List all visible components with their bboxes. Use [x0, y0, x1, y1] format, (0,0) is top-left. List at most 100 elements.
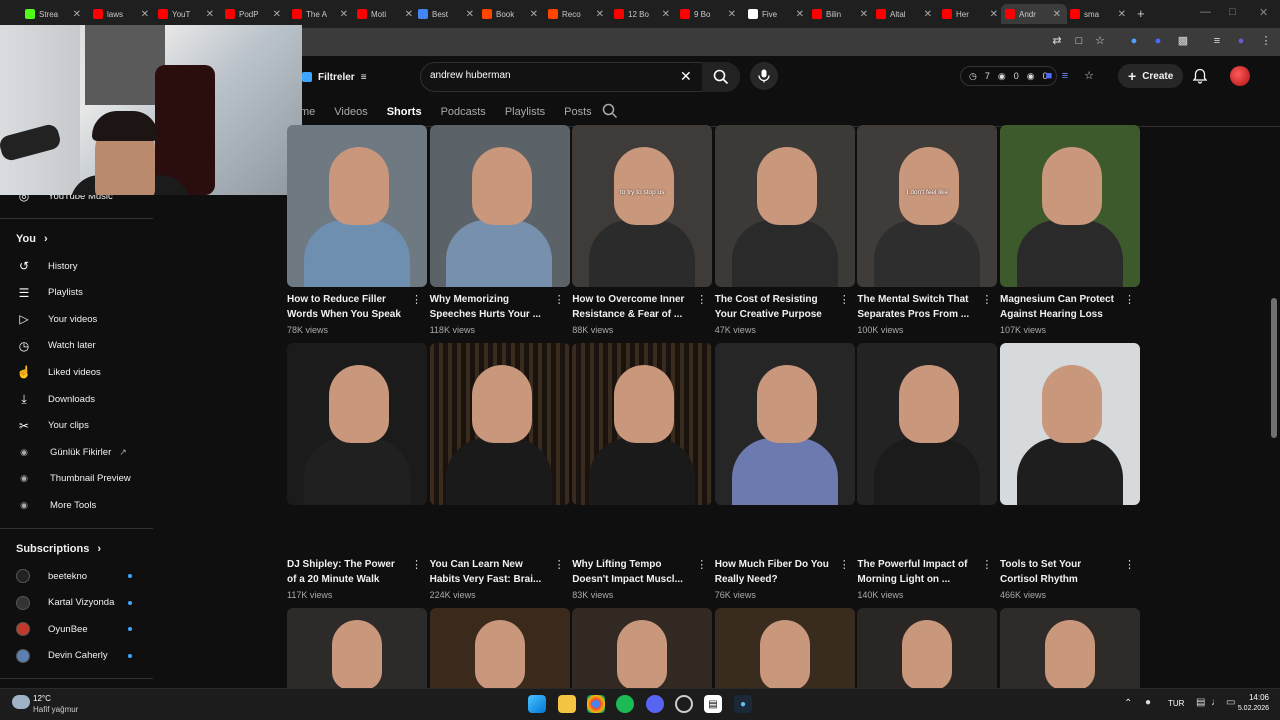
video-title[interactable]: Cortisol Rhythm	[1000, 573, 1125, 588]
sidebar-item-liked-videos[interactable]: ☝ Liked videos	[16, 362, 101, 382]
avatar[interactable]	[1230, 66, 1250, 86]
video-title[interactable]: Morning Light on ...	[857, 573, 982, 588]
weather-desc[interactable]: Hafif yağmur	[33, 705, 78, 714]
more-options-icon[interactable]: ⋮	[411, 293, 422, 306]
more-options-icon[interactable]: ⋮	[981, 558, 992, 571]
browser-tab[interactable]: sma ✕	[1066, 4, 1132, 24]
video-title[interactable]: Resistance & Fear of ...	[572, 308, 697, 323]
app-icon[interactable]: ▤	[704, 695, 722, 713]
browser-tab[interactable]: Best ✕	[414, 4, 480, 24]
browser-tab[interactable]: Moti ✕	[353, 4, 419, 24]
close-tab-icon[interactable]: ✕	[530, 9, 538, 20]
close-tab-icon[interactable]: ✕	[466, 9, 474, 20]
video-thumbnail[interactable]: to try to stop us	[572, 125, 713, 287]
sidebar-item-thumbnail-preview[interactable]: ◉ Thumbnail Preview	[16, 469, 131, 489]
browser-tab[interactable]: Andr ✕	[1001, 4, 1067, 24]
browser-tab[interactable]: PodP ✕	[221, 4, 287, 24]
more-options-icon[interactable]: ⋮	[554, 558, 565, 571]
close-tab-icon[interactable]: ✕	[405, 9, 413, 20]
close-tab-icon[interactable]: ✕	[273, 9, 281, 20]
video-thumbnail[interactable]	[287, 125, 427, 287]
sidebar-item-gunluk-fikirler[interactable]: ◉ Günlük Fikirler ↗	[16, 442, 127, 462]
video-title[interactable]: Words When You Speak	[287, 308, 412, 323]
video-title[interactable]: DJ Shipley: The Power	[287, 558, 412, 573]
sidebar-item-playlists[interactable]: ☰ Playlists	[16, 283, 83, 303]
clock-time[interactable]: 14:06	[1245, 693, 1269, 702]
close-tab-icon[interactable]: ✕	[1053, 9, 1061, 20]
video-title[interactable]: Your Creative Purpose	[715, 308, 840, 323]
video-title[interactable]: How to Reduce Filler	[287, 293, 412, 308]
video-thumbnail[interactable]	[429, 343, 570, 505]
close-tab-icon[interactable]: ✕	[596, 9, 604, 20]
video-title[interactable]: The Cost of Resisting	[715, 293, 840, 308]
browser-tab[interactable]: Five ✕	[744, 4, 810, 24]
spotify-icon[interactable]	[616, 695, 634, 713]
more-options-icon[interactable]: ⋮	[1124, 558, 1135, 571]
browser-menu-icon[interactable]: ⋮	[1259, 34, 1273, 48]
more-options-icon[interactable]: ⋮	[1124, 293, 1135, 306]
extensions-puzzle-icon[interactable]: ▩	[1176, 34, 1190, 48]
more-options-icon[interactable]: ⋮	[839, 293, 850, 306]
sidebar-item-your-clips[interactable]: ✂ Your clips	[16, 416, 89, 436]
network-icon[interactable]: ▤	[1196, 697, 1205, 708]
close-tab-icon[interactable]: ✕	[924, 9, 932, 20]
close-window-icon[interactable]: ✕	[1259, 6, 1268, 19]
maximize-icon[interactable]: □	[1229, 6, 1236, 18]
video-title[interactable]: Doesn't Impact Muscl...	[572, 573, 697, 588]
search-input[interactable]: andrew huberman	[430, 70, 511, 81]
sidebar-item-your-videos[interactable]: ▷ Your videos	[16, 309, 97, 329]
video-title[interactable]: Against Hearing Loss	[1000, 308, 1125, 323]
sidebar-subscriptions-heading[interactable]: Subscriptions ›	[16, 543, 101, 555]
video-thumbnail[interactable]	[857, 343, 998, 505]
media-control-icon[interactable]: ≡	[1210, 34, 1224, 48]
chevron-up-icon[interactable]: ⌃	[1124, 698, 1132, 709]
sidebar-item-history[interactable]: ↺ History	[16, 256, 78, 276]
more-options-icon[interactable]: ⋮	[696, 558, 707, 571]
search-button[interactable]	[702, 62, 740, 92]
volume-icon[interactable]: ♩	[1211, 697, 1221, 708]
browser-tab[interactable]: 12 Bo ✕	[610, 4, 676, 24]
language-indicator[interactable]: TUR	[1168, 699, 1184, 708]
weather-temp[interactable]: 12°C	[33, 694, 51, 703]
sidebar-item-downloads[interactable]: ⤓ Downloads	[16, 389, 95, 409]
sidebar-you-heading[interactable]: You ›	[16, 233, 48, 245]
minimize-icon[interactable]: —	[1200, 6, 1211, 18]
more-options-icon[interactable]: ⋮	[839, 558, 850, 571]
video-thumbnail[interactable]	[1000, 343, 1140, 505]
browser-tab[interactable]: Altal ✕	[872, 4, 938, 24]
notifications-button[interactable]	[1192, 68, 1208, 89]
tab-me[interactable]: me	[300, 106, 315, 118]
create-button[interactable]: + Create	[1118, 64, 1184, 88]
close-tab-icon[interactable]: ✕	[1118, 9, 1126, 20]
close-tab-icon[interactable]: ✕	[728, 9, 736, 20]
video-thumbnail[interactable]: I don't feel like	[857, 125, 998, 287]
more-options-icon[interactable]: ⋮	[554, 293, 565, 306]
close-tab-icon[interactable]: ✕	[796, 9, 804, 20]
browser-tab[interactable]: 9 Bo ✕	[676, 4, 742, 24]
sidebar-subscription[interactable]: Kartal Vizyonda	[16, 593, 114, 613]
video-title[interactable]: Magnesium Can Protect	[1000, 293, 1125, 308]
close-tab-icon[interactable]: ✕	[206, 9, 214, 20]
video-thumbnail[interactable]	[287, 608, 427, 688]
video-thumbnail[interactable]	[572, 343, 713, 505]
tab-shorts[interactable]: Shorts	[387, 106, 422, 118]
video-thumbnail[interactable]	[429, 125, 570, 287]
tab-posts[interactable]: Posts	[564, 106, 592, 118]
scrollbar-thumb[interactable]	[1271, 298, 1277, 438]
video-title[interactable]: Habits Very Fast: Brai...	[430, 573, 555, 588]
extension-icon[interactable]: ●	[1127, 34, 1141, 48]
video-thumbnail[interactable]	[1000, 608, 1140, 688]
chrome-icon[interactable]	[587, 695, 605, 713]
discord-icon[interactable]	[646, 695, 664, 713]
close-tab-icon[interactable]: ✕	[662, 9, 670, 20]
video-title[interactable]: Why Lifting Tempo	[572, 558, 697, 573]
sidebar-item-watch-later[interactable]: ◷ Watch later	[16, 336, 96, 356]
video-title[interactable]: The Powerful Impact of	[857, 558, 982, 573]
extension-icon[interactable]: ●	[1151, 34, 1165, 48]
clock-date[interactable]: 5.02.2026	[1230, 705, 1269, 712]
clear-search-icon[interactable]: ✕	[680, 68, 692, 85]
video-title[interactable]: Speeches Hurts Your ...	[430, 308, 555, 323]
video-title[interactable]: The Mental Switch That	[857, 293, 982, 308]
video-title[interactable]: You Can Learn New	[430, 558, 555, 573]
extension-icon[interactable]: ≡	[1058, 69, 1072, 83]
